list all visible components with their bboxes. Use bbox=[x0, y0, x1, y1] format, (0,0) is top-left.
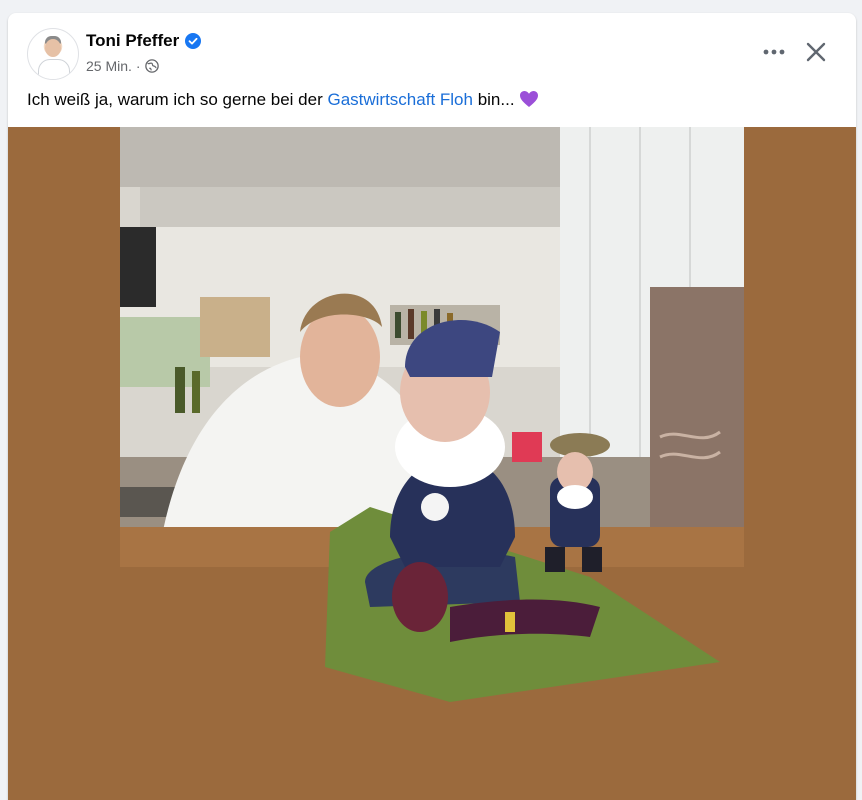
author-name[interactable]: Toni Pfeffer bbox=[86, 31, 179, 51]
globe-icon[interactable] bbox=[144, 59, 159, 73]
author-avatar[interactable] bbox=[27, 28, 79, 80]
author-row: Toni Pfeffer bbox=[86, 31, 202, 51]
post-photo-container bbox=[8, 127, 856, 800]
post-header: Toni Pfeffer 25 Min. · bbox=[8, 13, 856, 83]
kitchen-photo bbox=[120, 127, 744, 800]
post-text-after: bin... bbox=[472, 90, 515, 109]
post-text-before: Ich weiß ja, warum ich so gerne bei der bbox=[27, 90, 328, 109]
post-timestamp[interactable]: 25 Min. bbox=[86, 58, 132, 74]
post-text: Ich weiß ja, warum ich so gerne bei der … bbox=[27, 90, 539, 110]
post-card: Toni Pfeffer 25 Min. · Ich weiß ja, waru… bbox=[8, 13, 856, 800]
verified-badge-icon bbox=[185, 33, 202, 49]
post-meta: 25 Min. · bbox=[86, 58, 159, 74]
close-icon bbox=[806, 42, 826, 62]
more-options-icon bbox=[763, 49, 785, 55]
more-options-button[interactable] bbox=[758, 36, 790, 68]
meta-separator: · bbox=[135, 58, 141, 74]
close-button[interactable] bbox=[798, 34, 834, 70]
post-photo[interactable] bbox=[120, 127, 744, 800]
purple-heart-icon bbox=[520, 91, 539, 107]
page-link[interactable]: Gastwirtschaft Floh bbox=[327, 90, 473, 109]
